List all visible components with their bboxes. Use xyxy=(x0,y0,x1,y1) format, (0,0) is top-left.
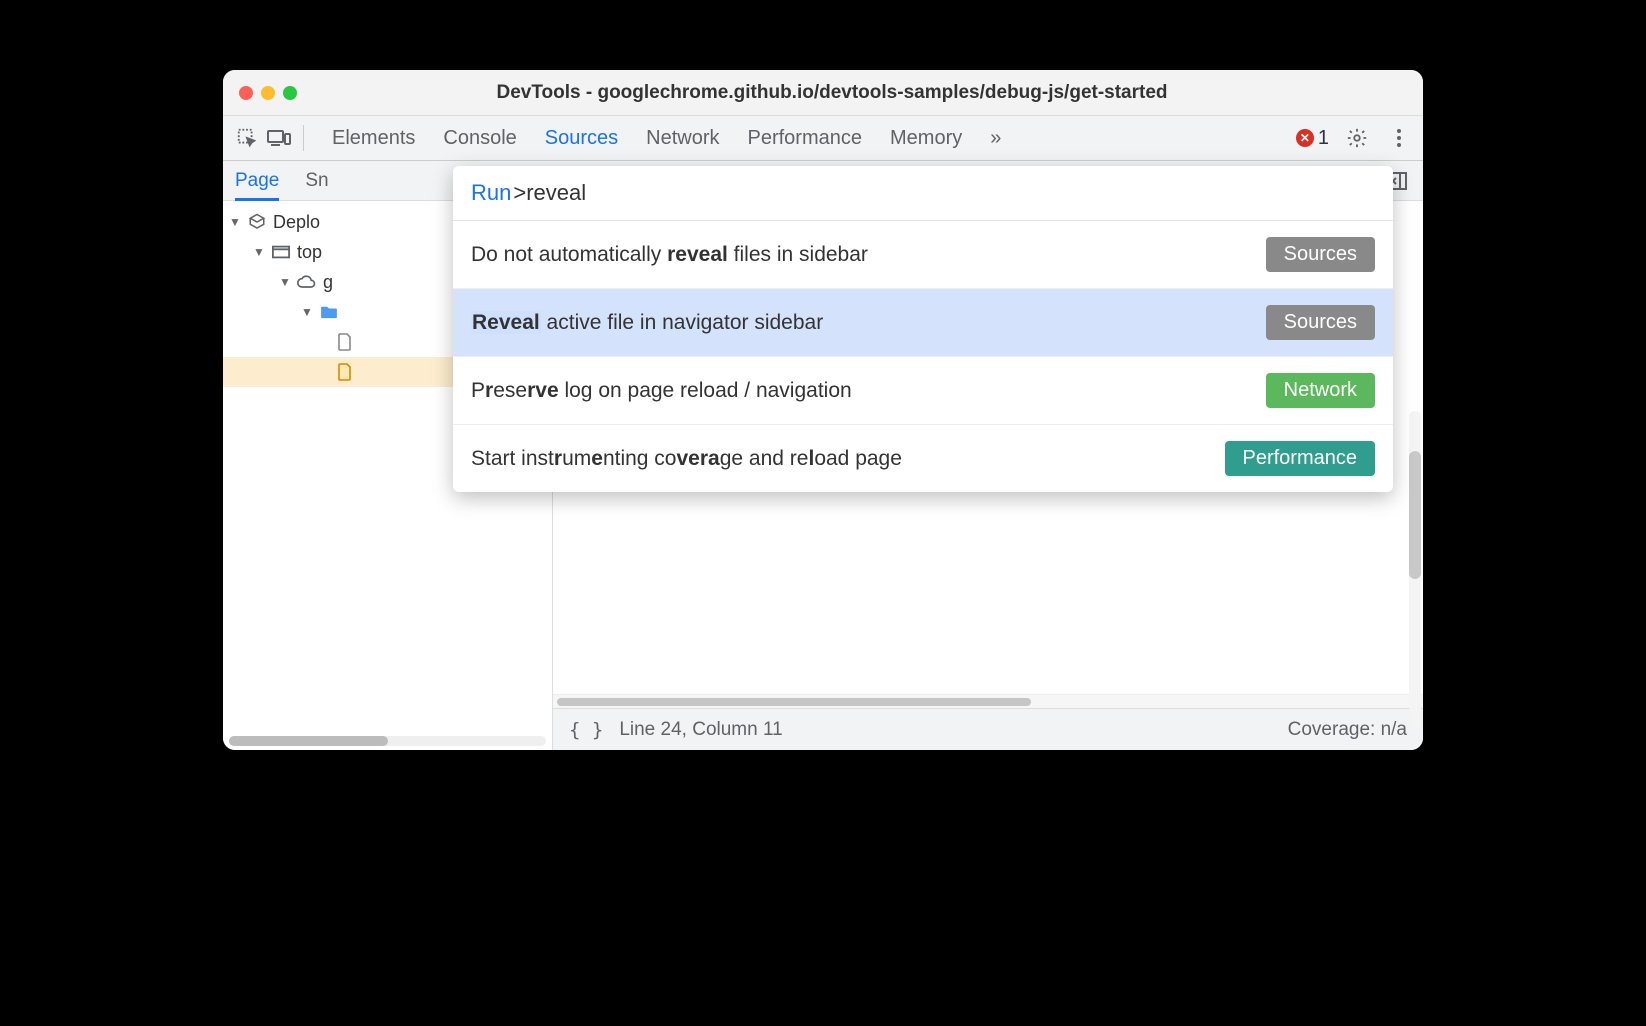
close-window-icon[interactable] xyxy=(239,86,253,100)
cloud-icon xyxy=(297,275,317,289)
toolbar-right: ✕ 1 xyxy=(1296,124,1413,152)
device-toolbar-icon[interactable] xyxy=(265,124,293,152)
sidebar-hscrollbar-thumb[interactable] xyxy=(229,736,388,746)
panel-tabs: Elements Console Sources Network Perform… xyxy=(332,119,1001,158)
folder-icon xyxy=(319,305,339,319)
palette-item-selected[interactable]: Reveal active file in navigator sidebar … xyxy=(453,289,1393,357)
panel-badge: Sources xyxy=(1266,305,1375,340)
error-badge[interactable]: ✕ 1 xyxy=(1296,127,1329,150)
palette-item-label: Reveal active file in navigator sidebar xyxy=(471,311,1266,335)
inspect-element-icon[interactable] xyxy=(233,124,261,152)
panel-badge: Sources xyxy=(1266,237,1375,272)
editor-statusbar: { } Line 24, Column 11 Coverage: n/a xyxy=(553,708,1423,750)
palette-item-label: Do not automatically reveal files in sid… xyxy=(471,243,1266,267)
window-vscrollbar[interactable] xyxy=(1409,411,1421,731)
coverage-status: Coverage: n/a xyxy=(1288,719,1407,741)
tab-console[interactable]: Console xyxy=(443,119,516,158)
tab-elements[interactable]: Elements xyxy=(332,119,415,158)
palette-item[interactable]: Start instrumenting coverage and reload … xyxy=(453,425,1393,492)
sidebar-hscrollbar[interactable] xyxy=(229,736,546,746)
error-icon: ✕ xyxy=(1296,129,1314,147)
titlebar: DevTools - googlechrome.github.io/devtoo… xyxy=(223,70,1423,116)
js-file-icon xyxy=(335,363,355,381)
expand-arrow-icon: ▼ xyxy=(301,305,313,319)
deployed-icon xyxy=(247,213,267,231)
tab-sources[interactable]: Sources xyxy=(545,119,618,158)
more-icon[interactable] xyxy=(1385,124,1413,152)
expand-arrow-icon: ▼ xyxy=(229,215,241,229)
tab-memory[interactable]: Memory xyxy=(890,119,962,158)
file-icon xyxy=(335,333,355,351)
palette-prefix: Run xyxy=(471,180,511,206)
editor-hscrollbar-thumb[interactable] xyxy=(557,698,1031,706)
error-count: 1 xyxy=(1318,127,1329,150)
devtools-window: DevTools - googlechrome.github.io/devtoo… xyxy=(223,70,1423,750)
cursor-position: Line 24, Column 11 xyxy=(619,719,782,741)
palette-item-label: Preserve log on page reload / navigation xyxy=(471,379,1266,403)
editor-hscrollbar[interactable] xyxy=(553,694,1423,708)
tree-top-label: top xyxy=(297,242,322,263)
expand-arrow-icon: ▼ xyxy=(253,245,265,259)
tab-performance[interactable]: Performance xyxy=(748,119,863,158)
panel-badge: Network xyxy=(1266,373,1375,408)
panel-badge: Performance xyxy=(1225,441,1376,476)
window-title: DevTools - googlechrome.github.io/devtoo… xyxy=(257,82,1407,104)
main-toolbar: Elements Console Sources Network Perform… xyxy=(223,116,1423,161)
tree-root-label: Deplo xyxy=(273,212,320,233)
tabs-overflow[interactable]: » xyxy=(990,119,1001,158)
divider xyxy=(303,125,304,151)
palette-input[interactable] xyxy=(513,180,813,206)
palette-item[interactable]: Preserve log on page reload / navigation… xyxy=(453,357,1393,425)
window-vscrollbar-thumb[interactable] xyxy=(1409,451,1421,579)
palette-item[interactable]: Do not automatically reveal files in sid… xyxy=(453,221,1393,289)
subtab-snippets[interactable]: Sn xyxy=(305,164,328,198)
subtab-page[interactable]: Page xyxy=(235,164,279,201)
frame-icon xyxy=(271,245,291,259)
palette-item-label: Start instrumenting coverage and reload … xyxy=(471,447,1225,471)
palette-input-row[interactable]: Run xyxy=(453,166,1393,221)
settings-icon[interactable] xyxy=(1343,124,1371,152)
tab-network[interactable]: Network xyxy=(646,119,719,158)
pretty-print-button[interactable]: { } xyxy=(569,719,603,741)
command-palette: Run Do not automatically reveal files in… xyxy=(453,166,1393,492)
expand-arrow-icon: ▼ xyxy=(279,275,291,289)
tree-domain-label: g xyxy=(323,272,333,293)
palette-list: Do not automatically reveal files in sid… xyxy=(453,221,1393,492)
